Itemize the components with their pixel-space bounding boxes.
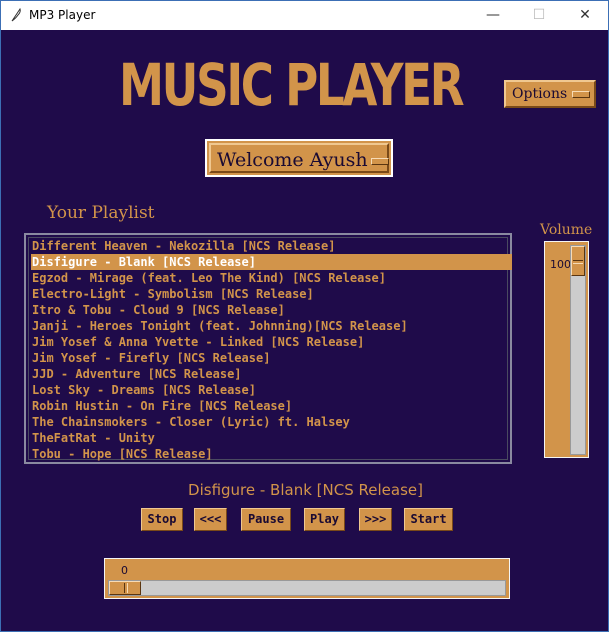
playlist-item[interactable]: The Chainsmokers - Closer (Lyric) ft. Ha… xyxy=(31,414,512,430)
playlist-item[interactable]: Robin Hustin - On Fire [NCS Release] xyxy=(31,398,512,414)
playlist-item[interactable]: TheFatRat - Unity xyxy=(31,430,512,446)
window-title: MP3 Player xyxy=(29,8,96,22)
options-menu-button[interactable]: Options xyxy=(504,80,596,108)
playlist-item[interactable]: Itro & Tobu - Cloud 9 [NCS Release] xyxy=(31,302,512,318)
next-button[interactable]: >>> xyxy=(359,508,392,531)
options-label: Options xyxy=(512,86,568,102)
start-button[interactable]: Start xyxy=(404,508,453,531)
user-menu-button[interactable]: Welcome Ayush xyxy=(205,139,393,177)
playlist-item[interactable]: Egzod - Mirage (feat. Leo The Kind) [NCS… xyxy=(31,270,512,286)
user-menu-label: Welcome Ayush xyxy=(217,149,368,171)
grip-icon xyxy=(573,260,583,264)
volume-trough[interactable] xyxy=(570,245,586,455)
playlist-item[interactable]: Jim Yosef - Firefly [NCS Release] xyxy=(31,350,512,366)
progress-scale[interactable]: 0 xyxy=(104,558,510,599)
playlist-listbox[interactable]: Different Heaven - Nekozilla [NCS Releas… xyxy=(24,233,512,464)
playlist-item[interactable]: Electro-Light - Symbolism [NCS Release] xyxy=(31,286,512,302)
playlist-title: Your Playlist xyxy=(47,203,155,223)
progress-trough[interactable] xyxy=(108,580,506,596)
playlist-item[interactable]: JJD - Adventure [NCS Release] xyxy=(31,366,512,382)
playlist-item[interactable]: Janji - Heroes Tonight (feat. Johnning)[… xyxy=(31,318,512,334)
playlist-items: Different Heaven - Nekozilla [NCS Releas… xyxy=(28,237,512,461)
volume-value: 100 xyxy=(550,258,571,271)
pause-button[interactable]: Pause xyxy=(241,508,291,531)
playlist-item[interactable]: Tobu - Hope [NCS Release] xyxy=(31,446,512,462)
volume-slider-handle[interactable] xyxy=(571,246,585,276)
maximize-button[interactable]: ☐ xyxy=(516,1,562,30)
playlist-item[interactable]: Different Heaven - Nekozilla [NCS Releas… xyxy=(31,238,512,254)
volume-label: Volume xyxy=(540,222,593,238)
previous-button[interactable]: <<< xyxy=(194,508,227,531)
mp3-player-window: MP3 Player — ☐ ✕ MUSIC PLAYER Options We… xyxy=(0,0,609,632)
play-button[interactable]: Play xyxy=(304,508,345,531)
title-bar[interactable]: MP3 Player — ☐ ✕ xyxy=(1,1,608,30)
stop-button[interactable]: Stop xyxy=(141,508,183,531)
volume-scale[interactable]: 100 xyxy=(544,241,589,458)
progress-value: 0 xyxy=(121,564,128,577)
progress-slider-handle[interactable] xyxy=(109,581,141,595)
feather-icon xyxy=(11,8,21,22)
grip-icon xyxy=(124,583,128,593)
user-menu-face: Welcome Ayush xyxy=(209,143,389,173)
playlist-item[interactable]: Jim Yosef & Anna Yvette - Linked [NCS Re… xyxy=(31,334,512,350)
minimize-button[interactable]: — xyxy=(470,1,516,30)
menu-indicator-icon xyxy=(371,158,389,165)
now-playing-label: Disfigure - Blank [NCS Release] xyxy=(188,481,423,499)
app-heading: MUSIC PLAYER xyxy=(119,51,465,119)
playlist-item[interactable]: Lost Sky - Dreams [NCS Release] xyxy=(31,382,512,398)
close-button[interactable]: ✕ xyxy=(562,1,608,30)
playlist-item[interactable]: Disfigure - Blank [NCS Release] xyxy=(31,254,512,270)
menu-indicator-icon xyxy=(572,91,590,98)
